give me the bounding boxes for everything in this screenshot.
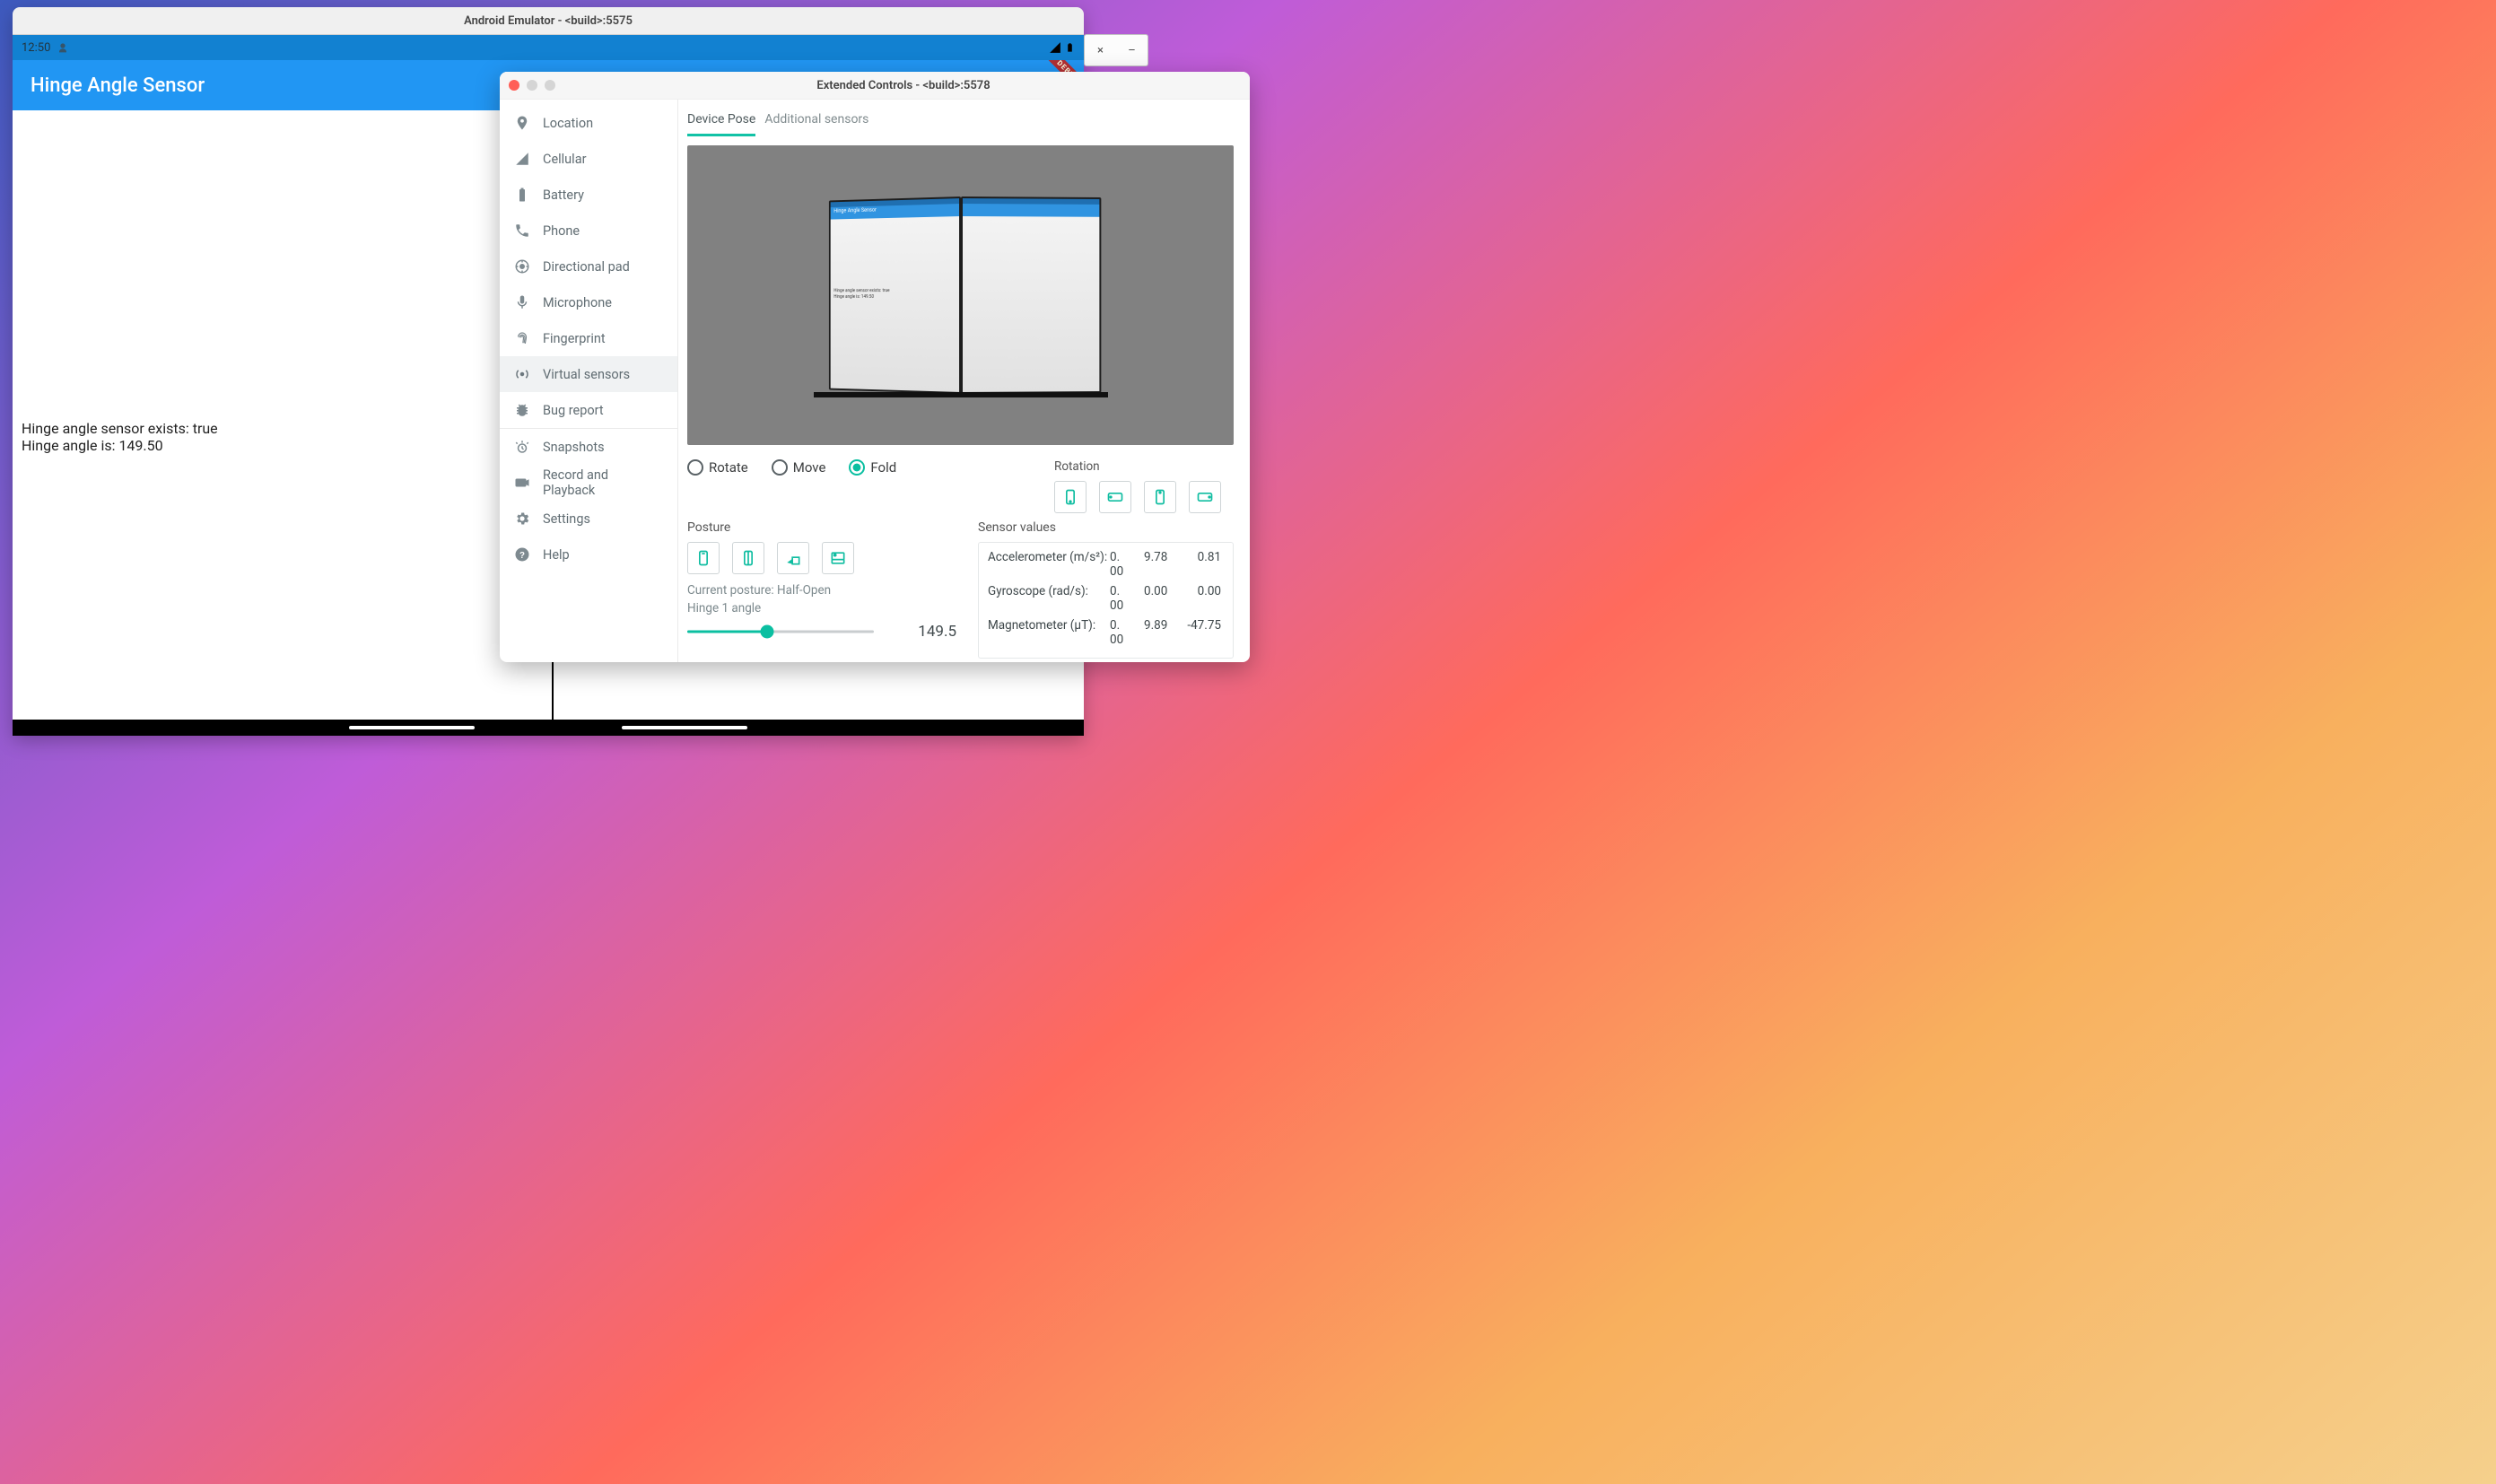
sidebar-item-label: Phone [543,223,580,239]
svg-text:?: ? [519,551,525,561]
extended-titlebar[interactable]: Extended Controls - <build>:5578 [500,72,1250,100]
battery-icon [1065,40,1075,55]
hinge-angle-value: 149.5 [918,623,956,641]
window-traffic-lights [509,80,555,91]
rotation-landscape-left-button[interactable] [1099,481,1131,513]
directional-pad-icon [514,258,530,275]
rotation-landscape-right-button[interactable] [1189,481,1221,513]
rotation-portrait-reverse-button[interactable] [1144,481,1176,513]
device-nav-bar [13,720,1084,736]
row-accelerometer: Accelerometer (m/s²): 0. 00 9.78 0.81 [988,550,1224,579]
extended-controls-window: Extended Controls - <build>:5578 Locatio… [500,72,1250,662]
sensor-tabs: Device Pose Additional sensors [687,100,1234,136]
posture-closed-button[interactable] [687,542,720,574]
rotation-label: Rotation [1054,459,1234,474]
minimize-icon[interactable]: – [1125,44,1139,57]
sidebar-item-settings[interactable]: Settings [500,501,677,537]
tab-device-pose[interactable]: Device Pose [687,112,755,136]
sidebar-item-snapshots[interactable]: Snapshots [500,428,677,465]
bug-report-icon [514,402,530,418]
close-icon[interactable]: × [1094,44,1108,57]
extended-main: Device Pose Additional sensors Hinge Ang… [678,100,1250,662]
microphone-icon [514,294,530,310]
app-title: Hinge Angle Sensor [31,74,205,97]
sidebar-item-label: Location [543,116,593,131]
rotation-portrait-button[interactable] [1054,481,1087,513]
sidebar-item-location[interactable]: Location [500,105,677,141]
posture-label: Posture [687,520,956,535]
hinge-angle-text: Hinge angle is: 149.50 [22,437,552,454]
preview-left-pane: Hinge Angle Sensor Hinge angle sensor ex… [828,196,960,394]
snapshots-icon [514,439,530,455]
sidebar-item-cellular[interactable]: Cellular [500,141,677,177]
status-clock: 12:50 [22,41,50,55]
sidebar-item-microphone[interactable]: Microphone [500,284,677,320]
sensor-values-table: Accelerometer (m/s²): 0. 00 9.78 0.81 Gy… [978,542,1234,659]
preview-right-pane [961,196,1101,394]
emulator-window-title: Android Emulator - <build>:5575 [13,7,1084,35]
virtual-sensors-icon [514,366,530,382]
hinge-angle-label: Hinge 1 angle [687,601,956,615]
window-close-icon[interactable] [509,80,519,91]
sidebar-item-label: Battery [543,188,584,203]
tab-additional-sensors[interactable]: Additional sensors [764,112,868,136]
radio-move[interactable]: Move [772,459,826,476]
status-app-icon [56,40,70,55]
posture-tabletop-button[interactable] [822,542,854,574]
radio-fold[interactable]: Fold [849,459,896,476]
sidebar-item-label: Microphone [543,295,612,310]
sidebar-item-record-and-playback[interactable]: Record and Playback [500,465,677,501]
sidebar-item-label: Virtual sensors [543,367,630,382]
app-body-left-pane: Hinge angle sensor exists: true Hinge an… [13,110,554,720]
sidebar-item-virtual-sensors[interactable]: Virtual sensors [500,356,677,392]
sidebar-item-label: Directional pad [543,259,630,275]
phone-icon [514,223,530,239]
radio-rotate[interactable]: Rotate [687,459,748,476]
sensor-exists-text: Hinge angle sensor exists: true [22,420,552,437]
device-status-bar: 12:50 [13,35,1084,60]
row-magnetometer: Magnetometer (μT): 0. 00 9.89 -47.75 [988,618,1224,647]
sidebar-item-label: Fingerprint [543,331,606,346]
location-icon [514,115,530,131]
cellular-icon [514,151,530,167]
sidebar-item-bug-report[interactable]: Bug report [500,392,677,428]
status-signal-icon [1049,41,1061,54]
window-minimize-icon[interactable] [527,80,537,91]
posture-flat-button[interactable] [732,542,764,574]
sidebar-item-label: Help [543,547,570,563]
sidebar-item-fingerprint[interactable]: Fingerprint [500,320,677,356]
sidebar-item-label: Snapshots [543,440,605,455]
sidebar-item-help[interactable]: ? Help [500,537,677,572]
device-pose-preview[interactable]: Hinge Angle Sensor Hinge angle sensor ex… [687,145,1234,445]
sidebar-item-directional-pad[interactable]: Directional pad [500,249,677,284]
sidebar-item-battery[interactable]: Battery [500,177,677,213]
posture-halfopen-button[interactable] [777,542,809,574]
background-control-window: × – [1084,34,1148,66]
pose-mode-radio-group: Rotate Move Fold [687,459,896,476]
battery-icon [514,187,530,203]
fingerprint-icon [514,330,530,346]
window-zoom-icon[interactable] [545,80,555,91]
posture-buttons [687,542,956,574]
rotation-group: Rotation [1054,459,1234,513]
sidebar-item-label: Settings [543,511,590,527]
settings-icon [514,511,530,527]
sidebar-item-label: Record and Playback [543,467,663,498]
sidebar-item-label: Bug report [543,403,604,418]
help-icon: ? [514,546,530,563]
current-posture-text: Current posture: Half-Open [687,583,956,598]
row-gyroscope: Gyroscope (rad/s): 0. 00 0.00 0.00 [988,584,1224,613]
sensor-values-label: Sensor values [978,520,1234,535]
sidebar-item-label: Cellular [543,152,587,167]
extended-sidebar: Location Cellular Battery Phone Directional … [500,100,678,662]
hinge-angle-slider[interactable] [687,623,874,641]
extended-title: Extended Controls - <build>:5578 [566,79,1241,92]
record-and-playback-icon [514,475,530,491]
sidebar-item-phone[interactable]: Phone [500,213,677,249]
